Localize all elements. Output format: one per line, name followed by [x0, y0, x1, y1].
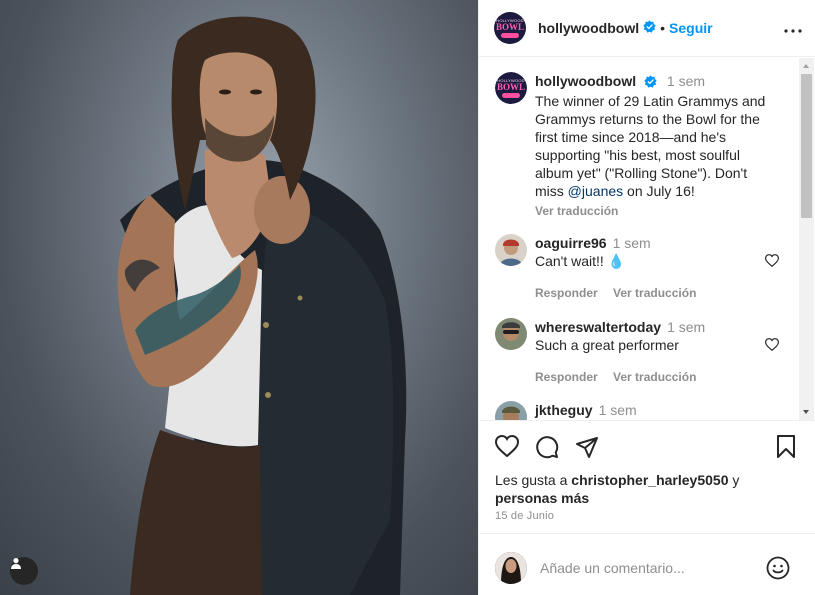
- caption-username[interactable]: hollywoodbowl: [535, 73, 636, 89]
- caption-text-end: on July 16!: [623, 183, 695, 199]
- account-username[interactable]: hollywoodbowl: [538, 20, 639, 36]
- current-user-avatar: [495, 552, 527, 584]
- post-header: HOLLYWOOD BOWL hollywoodbowl • Seguir: [479, 0, 815, 57]
- reply-button[interactable]: Responder: [535, 286, 598, 300]
- more-options-icon[interactable]: [784, 20, 802, 36]
- post-date[interactable]: 15 de Junio: [495, 510, 554, 522]
- comment-avatar[interactable]: [495, 401, 527, 420]
- comment-icon[interactable]: [535, 435, 559, 462]
- comment-time[interactable]: 1 sem: [613, 235, 651, 251]
- comment-avatar[interactable]: [495, 318, 527, 350]
- comment-text: Can't wait!! 💧: [535, 253, 626, 269]
- comment-username[interactable]: jktheguy: [535, 402, 593, 418]
- share-icon[interactable]: [575, 435, 599, 462]
- user-tag-icon[interactable]: [10, 557, 38, 585]
- bookmark-icon[interactable]: [776, 435, 796, 462]
- comment-time[interactable]: 1 sem: [599, 402, 637, 418]
- comments-scrollbar[interactable]: [799, 58, 814, 420]
- translate-button[interactable]: Ver traducción: [613, 286, 696, 300]
- separator-dot: •: [660, 20, 666, 36]
- liked-by-username[interactable]: christopher_harley5050: [571, 472, 728, 488]
- scrollbar-thumb[interactable]: [801, 74, 812, 218]
- translate-caption-button[interactable]: Ver traducción: [535, 204, 618, 218]
- follow-button[interactable]: Seguir: [669, 20, 713, 36]
- translate-button[interactable]: Ver traducción: [613, 370, 696, 384]
- caption-text: The winner of 29 Latin Grammys and Gramm…: [535, 92, 771, 200]
- likes-conjunction: y: [728, 472, 740, 488]
- scroll-down-arrow-icon[interactable]: [803, 410, 809, 414]
- emoji-icon[interactable]: [766, 556, 790, 583]
- reply-button[interactable]: Responder: [535, 370, 598, 384]
- verified-badge-icon: [643, 20, 656, 36]
- add-comment-bar: Añade un comentario...: [479, 533, 815, 595]
- heart-icon[interactable]: [494, 434, 520, 460]
- comment-like-heart-icon[interactable]: [764, 254, 780, 270]
- verified-badge-icon: [644, 74, 657, 92]
- avatar-logo-bar: [501, 33, 519, 38]
- avatar-text-line2: BOWL: [495, 22, 524, 32]
- comments-list[interactable]: HOLLYWOOD BOWL hollywoodbowl 1 sem The w…: [479, 58, 799, 420]
- likes-prefix: Les gusta a: [495, 472, 572, 488]
- post-actions: Les gusta a christopher_harley5050 y per…: [479, 420, 815, 533]
- caption-avatar-text-line2: BOWL: [496, 82, 525, 92]
- comment-username[interactable]: whereswaltertoday: [535, 319, 661, 335]
- caption-time[interactable]: 1 sem: [667, 73, 705, 89]
- portrait-illustration: [117, 16, 407, 595]
- comment-text: Such a great performer: [535, 337, 679, 353]
- likes-summary[interactable]: Les gusta a christopher_harley5050 y per…: [495, 471, 795, 507]
- scroll-up-arrow-icon[interactable]: [803, 64, 809, 68]
- comment-avatar[interactable]: [495, 234, 527, 266]
- comment-like-heart-icon[interactable]: [764, 338, 780, 354]
- comment-input[interactable]: Añade un comentario...: [540, 560, 685, 576]
- post-photo[interactable]: [0, 0, 478, 595]
- avatar[interactable]: HOLLYWOOD BOWL: [494, 12, 526, 44]
- caption-avatar[interactable]: HOLLYWOOD BOWL: [495, 72, 527, 104]
- comment-username[interactable]: oaguirre96: [535, 235, 607, 251]
- mention-link[interactable]: @juanes: [568, 183, 623, 199]
- likes-others[interactable]: personas más: [495, 490, 589, 506]
- comment-time[interactable]: 1 sem: [667, 319, 705, 335]
- post-side-panel: HOLLYWOOD BOWL hollywoodbowl • Seguir HO…: [478, 0, 815, 595]
